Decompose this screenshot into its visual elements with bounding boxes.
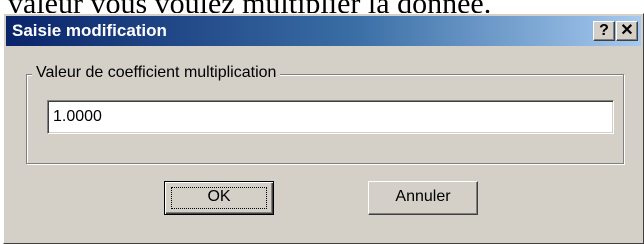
dialog-titlebar[interactable]: Saisie modification ? ✕ (6, 16, 641, 46)
cancel-button-label: Annuler (395, 188, 451, 205)
help-button[interactable]: ? (593, 21, 615, 41)
question-mark-icon: ? (599, 22, 609, 39)
coefficient-group-label: Valeur de coefficient multiplication (32, 63, 281, 83)
dialog-title: Saisie modification (12, 21, 167, 40)
coefficient-value-input[interactable]: 1.0000 (47, 100, 614, 134)
ok-button-label: OK (207, 188, 231, 205)
screenshot: valeur vous voulez multiplier la donnée.… (0, 0, 644, 244)
ok-button[interactable]: OK (164, 181, 274, 215)
saisie-modification-dialog: Saisie modification ? ✕ Valeur de coeffi… (3, 13, 644, 244)
close-icon: ✕ (620, 22, 634, 39)
close-button[interactable]: ✕ (616, 21, 638, 41)
cancel-button[interactable]: Annuler (368, 181, 478, 215)
